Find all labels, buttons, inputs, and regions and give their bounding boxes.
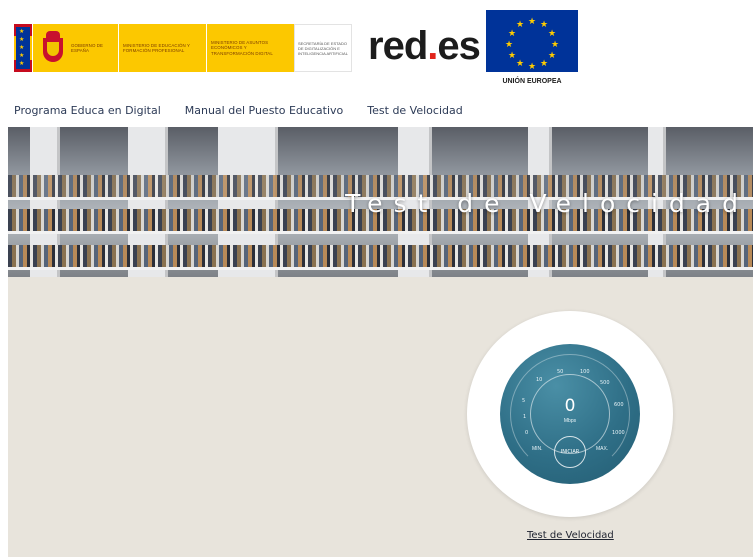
shelf-board [8, 231, 753, 234]
eu-flag-icon: ★ ★ ★ ★ ★ ★ ★ ★ ★ ★ ★ ★ [486, 10, 578, 72]
nav-item-test-velocidad[interactable]: Test de Velocidad [367, 104, 462, 117]
secretaria-label: SECRETARÍA DE ESTADO DE DIGITALIZACIÓN E… [298, 40, 348, 56]
gauge-tick: 100 [580, 369, 590, 375]
eu-label: UNIÓN EUROPEA [502, 78, 562, 85]
gauge-min-label: MIN. [532, 446, 543, 452]
spain-flag-icon: ★ ★ ★ ★ ★ [14, 24, 32, 72]
shelf-board [8, 267, 753, 270]
banner-title: Test de Velocidad [345, 189, 749, 218]
start-test-button[interactable]: INICIAR [554, 436, 586, 468]
ministerio-economia-block: MINISTERIO DE ASUNTOS ECONÓMICOS Y TRANS… [206, 24, 294, 72]
speed-unit: Mbps [563, 418, 577, 424]
redes-logo-dot: . [427, 24, 438, 68]
speed-gauge-frame: 0 1 5 10 50 100 500 600 1000 0 Mbps MIN.… [467, 311, 673, 517]
main-content: 0 1 5 10 50 100 500 600 1000 0 Mbps MIN.… [8, 277, 753, 557]
speed-gauge: 0 1 5 10 50 100 500 600 1000 0 Mbps MIN.… [500, 344, 640, 484]
redes-logo-suffix: es [437, 24, 480, 68]
redes-logo: red.es [368, 24, 481, 69]
government-logo-strip: ★ ★ ★ ★ ★ GOBIERNO DE ESPAÑA MINISTERIO DE E… [14, 24, 352, 72]
test-velocidad-link[interactable]: Test de Velocidad [527, 530, 614, 541]
gauge-tick: 500 [600, 380, 610, 386]
gauge-tick: 0 [525, 430, 529, 436]
redes-logo-main: red [368, 24, 428, 68]
ministerio-economia-label: MINISTERIO DE ASUNTOS ECONÓMICOS Y TRANS… [211, 39, 273, 56]
eu-stars-icon: ★ ★ ★ ★ ★ [16, 27, 30, 69]
main-nav: Programa Educa en Digital Manual del Pue… [14, 104, 463, 117]
gauge-tick: 1000 [612, 430, 625, 436]
header-logos: ★ ★ ★ ★ ★ GOBIERNO DE ESPAÑA MINISTERIO DE E… [14, 10, 753, 90]
gauge-tick: 50 [557, 369, 564, 375]
coat-of-arms-icon [39, 31, 67, 65]
ministerio-educacion-block: MINISTERIO DE EDUCACIÓN Y FORMACIÓN PROF… [118, 24, 206, 72]
secretaria-block: SECRETARÍA DE ESTADO DE DIGITALIZACIÓN E… [294, 24, 352, 72]
nav-item-educa-digital[interactable]: Programa Educa en Digital [14, 104, 161, 117]
bookshelf-row [8, 245, 753, 267]
gauge-max-label: MAX. [596, 446, 609, 452]
gobierno-espana-block: GOBIERNO DE ESPAÑA [32, 24, 118, 72]
speed-value: 0 [564, 396, 576, 416]
hero-banner: Test de Velocidad [8, 127, 753, 277]
nav-item-manual-puesto[interactable]: Manual del Puesto Educativo [185, 104, 344, 117]
gobierno-label: GOBIERNO DE ESPAÑA [71, 42, 104, 53]
ministerio-educacion-label: MINISTERIO DE EDUCACIÓN Y FORMACIÓN PROF… [123, 42, 190, 53]
gauge-tick: 10 [536, 377, 543, 383]
